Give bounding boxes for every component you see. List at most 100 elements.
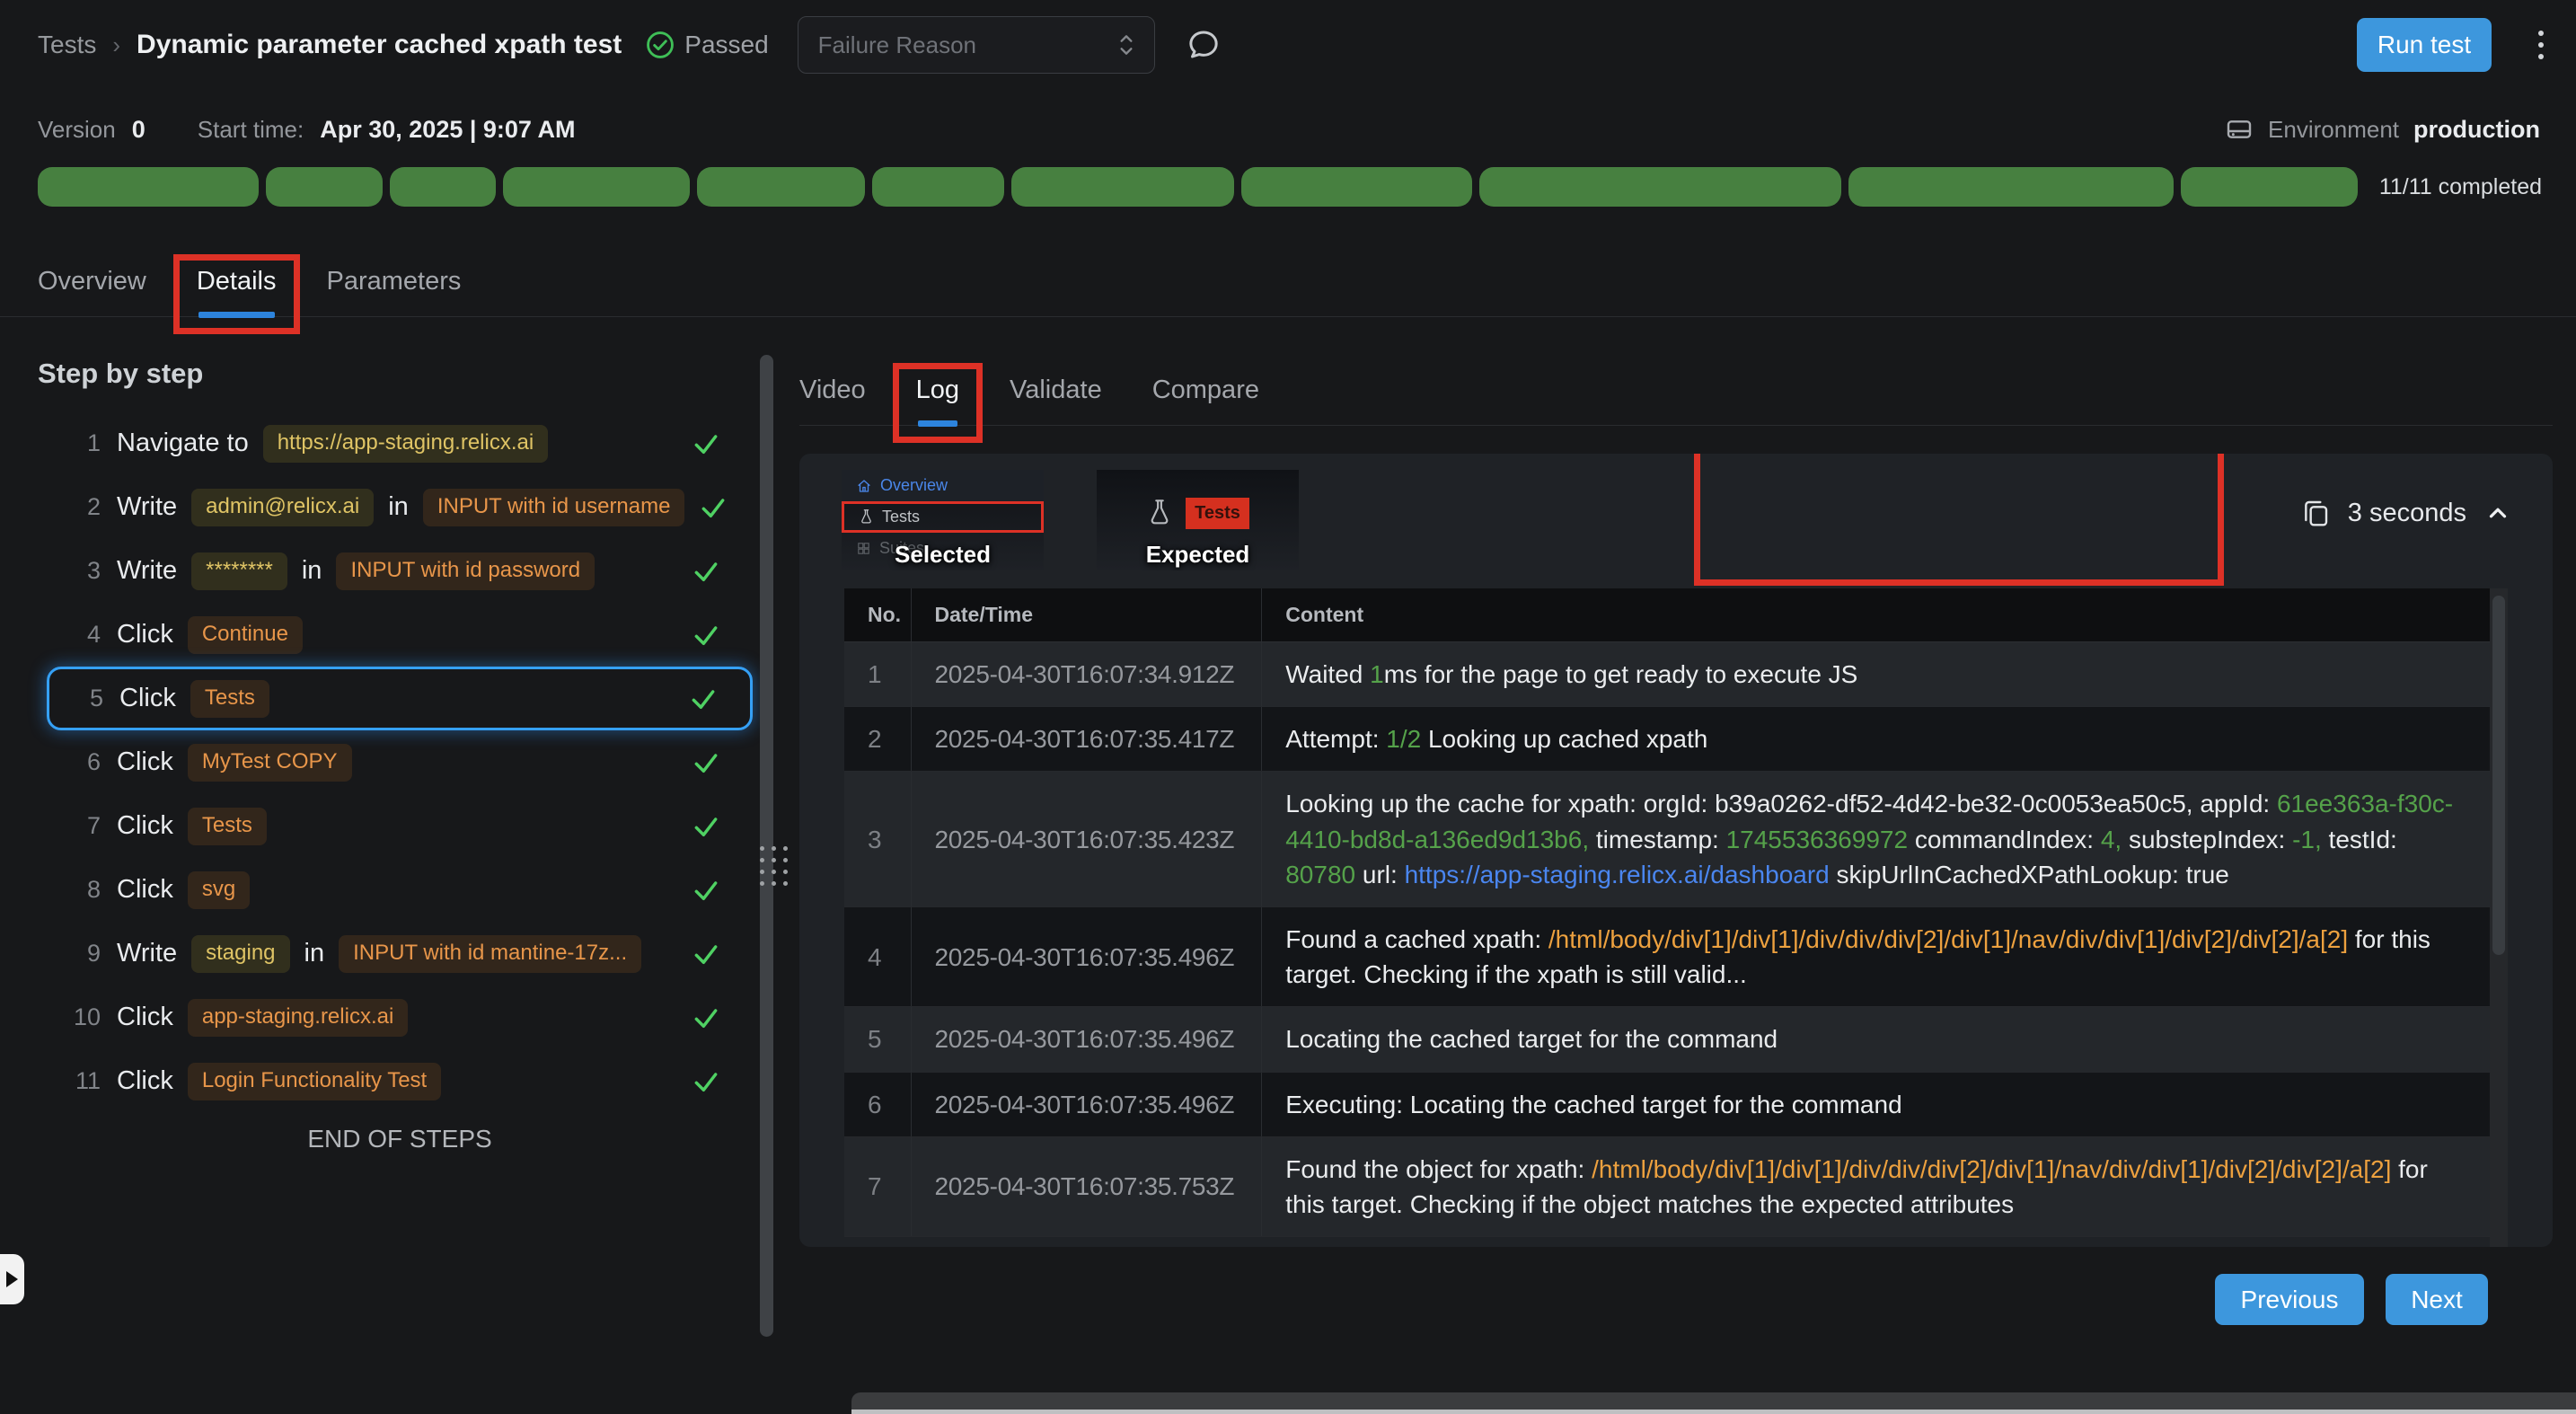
tab-video[interactable]: Video	[799, 376, 866, 425]
run-test-button[interactable]: Run test	[2357, 18, 2492, 72]
log-text-segment: Attempt:	[1285, 725, 1386, 753]
step-row-9[interactable]: 9WritestaginginINPUT with id mantine-17z…	[47, 922, 753, 985]
step-row-6[interactable]: 6ClickMyTest COPY	[47, 730, 753, 794]
tab-parameters[interactable]: Parameters	[327, 267, 462, 316]
step-number: 4	[61, 621, 101, 649]
flask-icon	[859, 508, 874, 526]
tab-compare[interactable]: Compare	[1152, 376, 1259, 425]
annotation-box-thumbnails	[1694, 454, 2224, 586]
step-badge-target: Tests	[190, 680, 269, 718]
log-cell-content: Attempt: 1/2 Looking up cached xpath	[1262, 707, 2490, 772]
status-text: Passed	[684, 31, 768, 59]
step-check-icon	[689, 685, 718, 713]
progress-segment-4[interactable]	[503, 167, 690, 207]
tab-log[interactable]: Log	[916, 376, 959, 425]
step-duration: 3 seconds	[2301, 497, 2511, 529]
step-badge-target: Tests	[188, 808, 267, 845]
start-time-label: Start time:	[198, 116, 304, 144]
failure-reason-placeholder: Failure Reason	[818, 31, 976, 59]
step-row-11[interactable]: 11ClickLogin Functionality Test	[47, 1049, 753, 1113]
comment-icon[interactable]	[1186, 27, 1222, 63]
status-badge: Passed	[645, 30, 768, 60]
detail-tabs: Video Log Validate Compare	[799, 358, 2553, 426]
step-check-icon	[692, 940, 720, 968]
step-row-3[interactable]: 3Write********inINPUT with id password	[47, 539, 753, 603]
step-number: 7	[61, 812, 101, 840]
next-button[interactable]: Next	[2386, 1274, 2488, 1325]
log-link[interactable]: https://app-staging.relicx.ai/dashboard	[1405, 861, 1837, 888]
progress-segments	[38, 167, 2358, 207]
step-action-text: Click	[117, 747, 173, 777]
environment-value: production	[2413, 116, 2540, 144]
log-text-segment: /html/body/div[1]/div[1]/div/div/div[2]/…	[1548, 925, 2348, 953]
tab-details[interactable]: Details	[197, 267, 277, 316]
step-check-icon	[692, 748, 720, 777]
log-cell-no: 5	[844, 1007, 911, 1072]
progress-segment-7[interactable]	[1011, 167, 1234, 207]
log-cell-time: 2025-04-30T16:07:35.496Z	[911, 1007, 1262, 1072]
log-text-segment: -1,	[2292, 826, 2328, 853]
tab-validate[interactable]: Validate	[1010, 376, 1102, 425]
log-cell-content: Found a cached xpath: /html/body/div[1]/…	[1262, 906, 2490, 1006]
progress-segment-11[interactable]	[2181, 167, 2358, 207]
failure-reason-select[interactable]: Failure Reason	[798, 16, 1155, 74]
selected-thumbnail[interactable]: OverviewTestsSuites Selected	[842, 470, 1044, 570]
breadcrumb[interactable]: Tests	[38, 31, 96, 59]
step-check-icon	[692, 621, 720, 650]
step-row-10[interactable]: 10Clickapp-staging.relicx.ai	[47, 985, 753, 1049]
page-title: Dynamic parameter cached xpath test	[137, 30, 622, 60]
step-check-icon	[699, 493, 728, 522]
step-action-text: in	[302, 556, 322, 586]
progress-segment-8[interactable]	[1241, 167, 1473, 207]
log-scrollbar[interactable]	[2490, 588, 2508, 1247]
step-number: 10	[61, 1003, 101, 1031]
select-chevrons-icon	[1115, 31, 1138, 58]
step-badge-target: INPUT with id username	[423, 489, 685, 526]
progress-segment-1[interactable]	[38, 167, 259, 207]
log-table: No.Date/TimeContent 12025-04-30T16:07:34…	[844, 588, 2490, 1237]
log-text-segment: url:	[1363, 861, 1405, 888]
step-row-2[interactable]: 2Writeadmin@relicx.aiinINPUT with id use…	[47, 475, 753, 539]
step-badge-target: app-staging.relicx.ai	[188, 999, 408, 1037]
step-row-4[interactable]: 4ClickContinue	[47, 603, 753, 667]
log-text-segment: commandIndex:	[1915, 826, 2101, 853]
progress-segment-10[interactable]	[1848, 167, 2174, 207]
progress-segment-6[interactable]	[872, 167, 1004, 207]
version-value: 0	[132, 116, 146, 144]
step-number: 2	[61, 493, 101, 521]
log-cell-content: Found the object for xpath: /html/body/d…	[1262, 1136, 2490, 1236]
step-row-1[interactable]: 1Navigate tohttps://app-staging.relicx.a…	[47, 411, 753, 475]
step-row-7[interactable]: 7ClickTests	[47, 794, 753, 858]
progress-segment-5[interactable]	[697, 167, 865, 207]
progress-segment-2[interactable]	[266, 167, 383, 207]
log-table-header: No.Date/TimeContent	[844, 588, 2490, 642]
log-cell-time: 2025-04-30T16:07:35.753Z	[911, 1136, 1262, 1236]
collapse-chevron-up-icon[interactable]	[2484, 499, 2511, 526]
log-cell-content: Looking up the cache for xpath: orgId: b…	[1262, 772, 2490, 907]
step-row-5[interactable]: 5ClickTests	[47, 667, 753, 730]
step-action-text: Click	[117, 620, 173, 650]
panel-resize-handle[interactable]	[754, 841, 794, 892]
tab-overview[interactable]: Overview	[38, 267, 146, 316]
expected-thumbnail[interactable]: Tests Expected	[1097, 470, 1299, 570]
panel-expand-tab[interactable]	[0, 1254, 24, 1304]
progress-segment-9[interactable]	[1479, 167, 1841, 207]
log-cell-time: 2025-04-30T16:07:35.417Z	[911, 707, 1262, 772]
progress-completed-label: 11/11 completed	[2379, 174, 2542, 200]
previous-button[interactable]: Previous	[2215, 1274, 2364, 1325]
step-check-icon	[692, 1067, 720, 1096]
step-number: 9	[61, 940, 101, 968]
log-text-segment: Looking up cached xpath	[1428, 725, 1707, 753]
progress-segment-3[interactable]	[390, 167, 496, 207]
step-check-icon	[692, 557, 720, 586]
step-action-text: Click	[119, 684, 176, 713]
copy-icon[interactable]	[2301, 497, 2330, 529]
log-cell-no: 1	[844, 642, 911, 707]
more-menu-icon[interactable]	[2533, 25, 2549, 65]
log-text-segment: 4,	[2101, 826, 2129, 853]
step-action-text: Click	[117, 875, 173, 905]
selected-thumbnail-label: Selected	[842, 541, 1044, 569]
log-cell-content: Locating the cached target for the comma…	[1262, 1007, 2490, 1072]
step-row-8[interactable]: 8Clicksvg	[47, 858, 753, 922]
log-row-1: 12025-04-30T16:07:34.912ZWaited 1ms for …	[844, 642, 2490, 707]
